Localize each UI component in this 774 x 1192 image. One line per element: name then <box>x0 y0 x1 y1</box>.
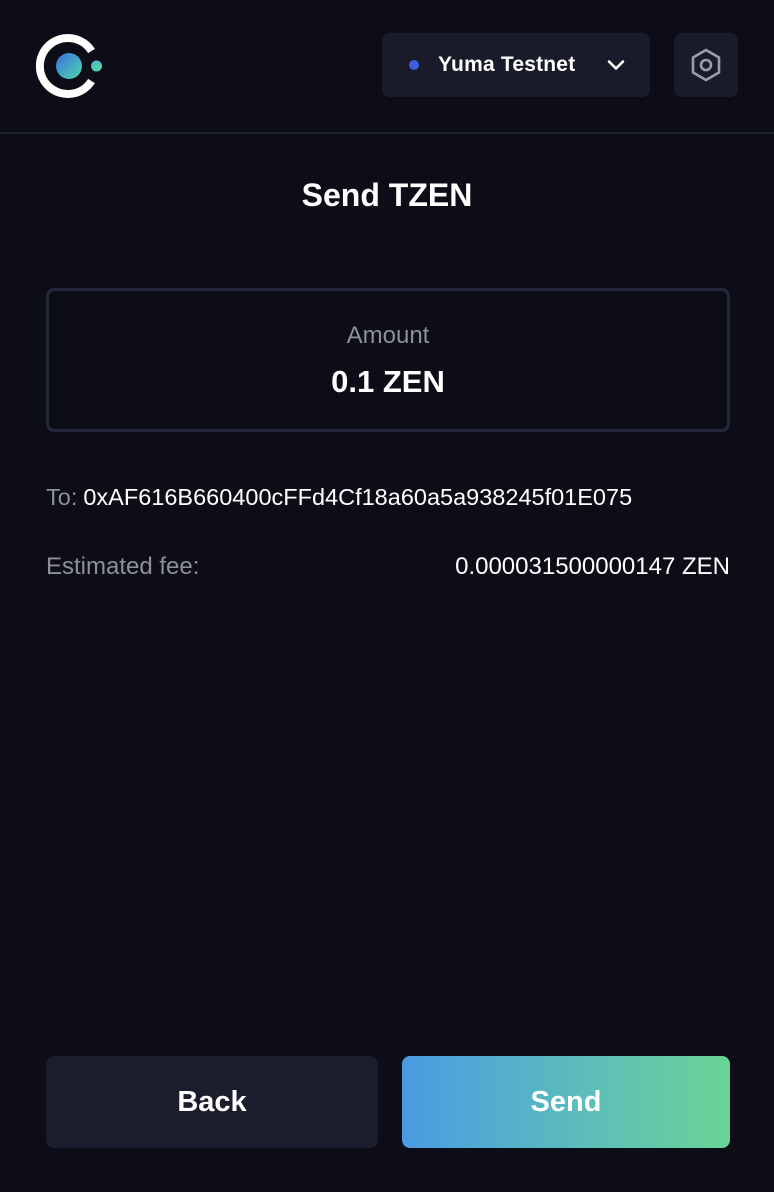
send-button[interactable]: Send <box>402 1056 730 1148</box>
estimated-fee-value: 0.000031500000147 ZEN <box>455 553 730 580</box>
amount-card: Amount 0.1 ZEN <box>46 288 730 432</box>
back-button[interactable]: Back <box>46 1056 378 1148</box>
recipient-address: 0xAF616B660400cFFd4Cf18a60a5a938245f01E0… <box>83 484 633 510</box>
recipient-row: To: 0xAF616B660400cFFd4Cf18a60a5a938245f0… <box>46 480 736 514</box>
chevron-down-icon <box>607 60 625 70</box>
app-logo-icon <box>36 34 102 98</box>
page-title: Send TZEN <box>301 177 473 213</box>
recipient-label: To: <box>46 484 78 510</box>
amount-label: Amount <box>346 322 430 349</box>
amount-value: 0.1 ZEN <box>331 364 445 399</box>
estimated-fee-label: Estimated fee: <box>46 553 200 580</box>
settings-button[interactable] <box>674 33 738 97</box>
settings-icon <box>691 48 721 82</box>
estimated-fee-row: Estimated fee: 0.000031500000147 ZEN <box>46 550 730 584</box>
network-selector[interactable]: Yuma Testnet <box>382 33 650 97</box>
network-name: Yuma Testnet <box>438 53 576 76</box>
top-bar: Yuma Testnet <box>0 0 774 134</box>
network-status-dot <box>409 60 419 70</box>
